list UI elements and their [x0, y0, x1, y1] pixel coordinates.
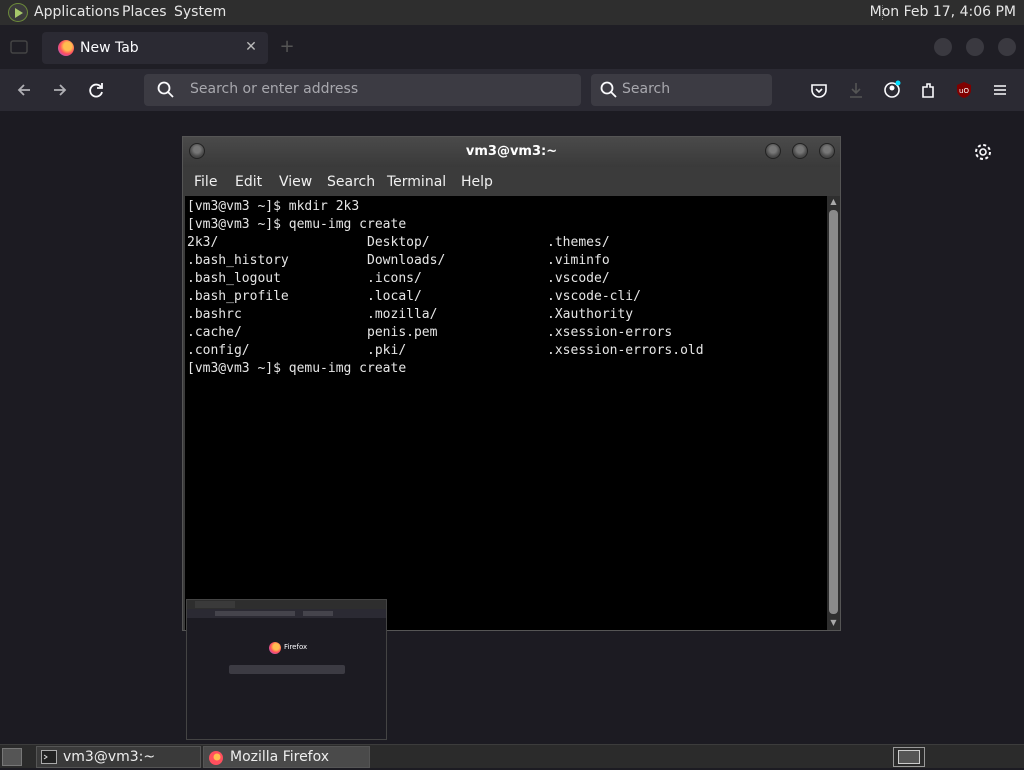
terminal-scrollbar[interactable]: ▲ ▼	[827, 196, 840, 630]
close-window-button[interactable]	[998, 38, 1016, 56]
scroll-up-icon[interactable]: ▲	[829, 197, 838, 207]
bottom-panel: vm3@vm3:~ Mozilla Firefox	[0, 744, 1024, 768]
menu-search[interactable]: Search	[327, 174, 375, 190]
applications-logo-icon[interactable]	[8, 3, 28, 22]
workspace-switcher[interactable]	[893, 747, 925, 767]
menu-edit[interactable]: Edit	[235, 174, 262, 190]
show-desktop-icon[interactable]	[2, 748, 22, 766]
workspace-1[interactable]	[898, 750, 920, 764]
downloads-icon[interactable]	[845, 79, 867, 101]
terminal-screen[interactable]: [vm3@vm3 ~]$ mkdir 2k3 [vm3@vm3 ~]$ qemu…	[185, 196, 827, 630]
search-bar[interactable]: Search	[591, 74, 772, 106]
scrollbar-thumb[interactable]	[829, 210, 838, 614]
menu-system[interactable]: System	[174, 4, 226, 20]
firefox-view-icon[interactable]	[8, 37, 30, 57]
terminal-line: .bash_history Downloads/ .viminfo	[187, 253, 610, 268]
top-panel: Applications Places System Mon Feb 17, 4…	[0, 0, 1024, 25]
terminal-line: [vm3@vm3 ~]$ mkdir 2k3	[187, 199, 360, 214]
reload-icon[interactable]	[85, 79, 107, 101]
gear-icon[interactable]	[973, 142, 993, 162]
preview-brand: Firefox	[284, 643, 308, 651]
preview-urlbar	[215, 611, 295, 616]
terminal-line: .bash_logout .icons/ .vscode/	[187, 271, 610, 286]
menu-places[interactable]: Places	[122, 4, 167, 20]
minimize-button[interactable]	[934, 38, 952, 56]
url-bar[interactable]: Search or enter address	[144, 74, 581, 106]
search-icon	[599, 80, 619, 100]
menu-hamburger-icon[interactable]	[989, 79, 1011, 101]
new-tab-icon[interactable]: +	[276, 37, 298, 59]
svg-text:uO: uO	[959, 87, 969, 95]
terminal-line: .bash_profile .local/ .vscode-cli/	[187, 289, 641, 304]
account-icon[interactable]	[881, 79, 903, 101]
clock[interactable]: Mon Feb 17, 4:06 PM	[870, 4, 1016, 20]
terminal-icon	[41, 750, 57, 764]
preview-searchbar	[303, 611, 333, 616]
firefox-icon	[269, 642, 281, 654]
terminal-line: .bashrc .mozilla/ .Xauthority	[187, 307, 634, 322]
firefox-icon	[58, 40, 74, 56]
terminal-line: .config/ .pki/ .xsession-errors.old	[187, 343, 704, 358]
close-icon[interactable]: ✕	[242, 38, 260, 56]
terminal-line: .cache/ penis.pem .xsession-errors	[187, 325, 673, 340]
scroll-down-icon[interactable]: ▼	[829, 618, 838, 628]
search-input[interactable]: Search	[622, 81, 670, 97]
menu-applications[interactable]: Applications	[34, 4, 120, 20]
terminal-prompt-line: [vm3@vm3 ~]$ qemu-img create	[187, 361, 407, 376]
preview-tab	[195, 601, 235, 608]
taskbar-label: Mozilla Firefox	[230, 749, 330, 765]
firefox-tab-strip: New Tab ✕ +	[0, 25, 1024, 69]
tab-label: New Tab	[80, 40, 139, 56]
firefox-icon	[208, 750, 224, 765]
firefox-nav-bar: Search or enter address Search uO	[0, 69, 1024, 111]
ublock-origin-icon[interactable]: uO	[953, 79, 975, 101]
terminal-titlebar[interactable]: vm3@vm3:~	[183, 137, 840, 167]
terminal-menubar: File Edit View Search Terminal Help	[183, 167, 840, 196]
maximize-button[interactable]	[792, 143, 808, 159]
preview-search-input	[229, 665, 345, 674]
taskbar-label: vm3@vm3:~	[63, 749, 156, 765]
url-input[interactable]: Search or enter address	[190, 81, 358, 97]
minimize-button[interactable]	[765, 143, 781, 159]
tab-new-tab[interactable]: New Tab ✕	[42, 32, 268, 64]
terminal-line: [vm3@vm3 ~]$ qemu-img create	[187, 217, 407, 232]
menu-terminal[interactable]: Terminal	[387, 174, 446, 190]
menu-file[interactable]: File	[194, 174, 217, 190]
pocket-icon[interactable]	[808, 79, 830, 101]
forward-icon[interactable]	[49, 79, 71, 101]
terminal-window: vm3@vm3:~ File Edit View Search Terminal…	[182, 136, 841, 631]
maximize-button[interactable]	[966, 38, 984, 56]
menu-view[interactable]: View	[279, 174, 312, 190]
back-icon[interactable]	[13, 79, 35, 101]
close-window-button[interactable]	[819, 143, 835, 159]
search-icon	[156, 80, 176, 100]
menu-help[interactable]: Help	[461, 174, 493, 190]
taskbar-firefox[interactable]: Mozilla Firefox	[203, 746, 370, 768]
taskbar-terminal[interactable]: vm3@vm3:~	[36, 746, 201, 768]
extensions-icon[interactable]	[917, 79, 939, 101]
firefox-window-preview[interactable]: Firefox	[186, 599, 387, 740]
terminal-line: 2k3/ Desktop/ .themes/	[187, 235, 610, 250]
terminal-title: vm3@vm3:~	[465, 144, 558, 159]
